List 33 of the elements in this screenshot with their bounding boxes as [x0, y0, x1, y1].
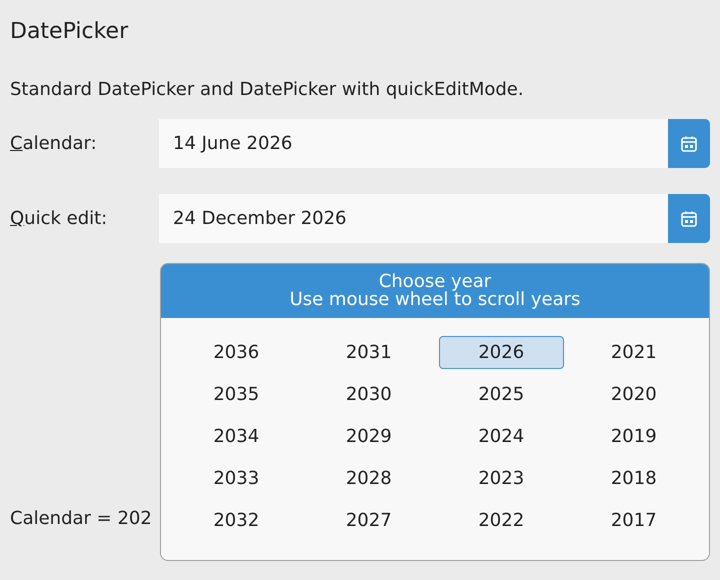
year-option[interactable]: 2026 [439, 336, 564, 369]
year-option[interactable]: 2020 [572, 378, 696, 411]
year-option[interactable]: 2023 [439, 462, 564, 495]
year-option[interactable]: 2031 [306, 336, 431, 369]
calendar-icon [680, 134, 698, 152]
year-option[interactable]: 2018 [572, 462, 696, 495]
year-option[interactable]: 2024 [439, 420, 564, 453]
year-option[interactable]: 2022 [439, 504, 564, 537]
description: Standard DatePicker and DatePicker with quickEditMode. [10, 78, 524, 102]
date-field[interactable]: 14 June 2026 [159, 119, 668, 168]
field-label: Calendar: [10, 132, 98, 156]
year-option[interactable]: 2029 [306, 420, 431, 453]
year-option[interactable]: 2035 [174, 378, 298, 411]
calendar-button[interactable] [668, 194, 710, 243]
year-option[interactable]: 2027 [306, 504, 431, 537]
year-option[interactable]: 2025 [439, 378, 564, 411]
year-option[interactable]: 2021 [572, 336, 696, 369]
calendar-icon [680, 210, 698, 228]
result-text: Calendar = 202 [10, 507, 152, 531]
year-option[interactable]: 2017 [572, 504, 696, 537]
year-option[interactable]: 2032 [174, 504, 298, 537]
year-option[interactable]: 2033 [174, 462, 298, 495]
year-option[interactable]: 2036 [174, 336, 298, 369]
header-text: Choose year [378, 273, 492, 291]
year-option[interactable]: 2030 [306, 378, 431, 411]
field-label: Quick edit: [10, 207, 108, 231]
calendar-button[interactable] [668, 119, 710, 168]
year-option[interactable]: 2028 [306, 462, 431, 495]
date-field[interactable]: 24 December 2026 [159, 194, 668, 243]
header-text: Use mouse wheel to scroll years [290, 291, 580, 309]
year-option[interactable]: 2034 [174, 420, 298, 453]
page-title: DatePicker [10, 18, 128, 46]
year-option[interactable]: 2019 [572, 420, 696, 453]
